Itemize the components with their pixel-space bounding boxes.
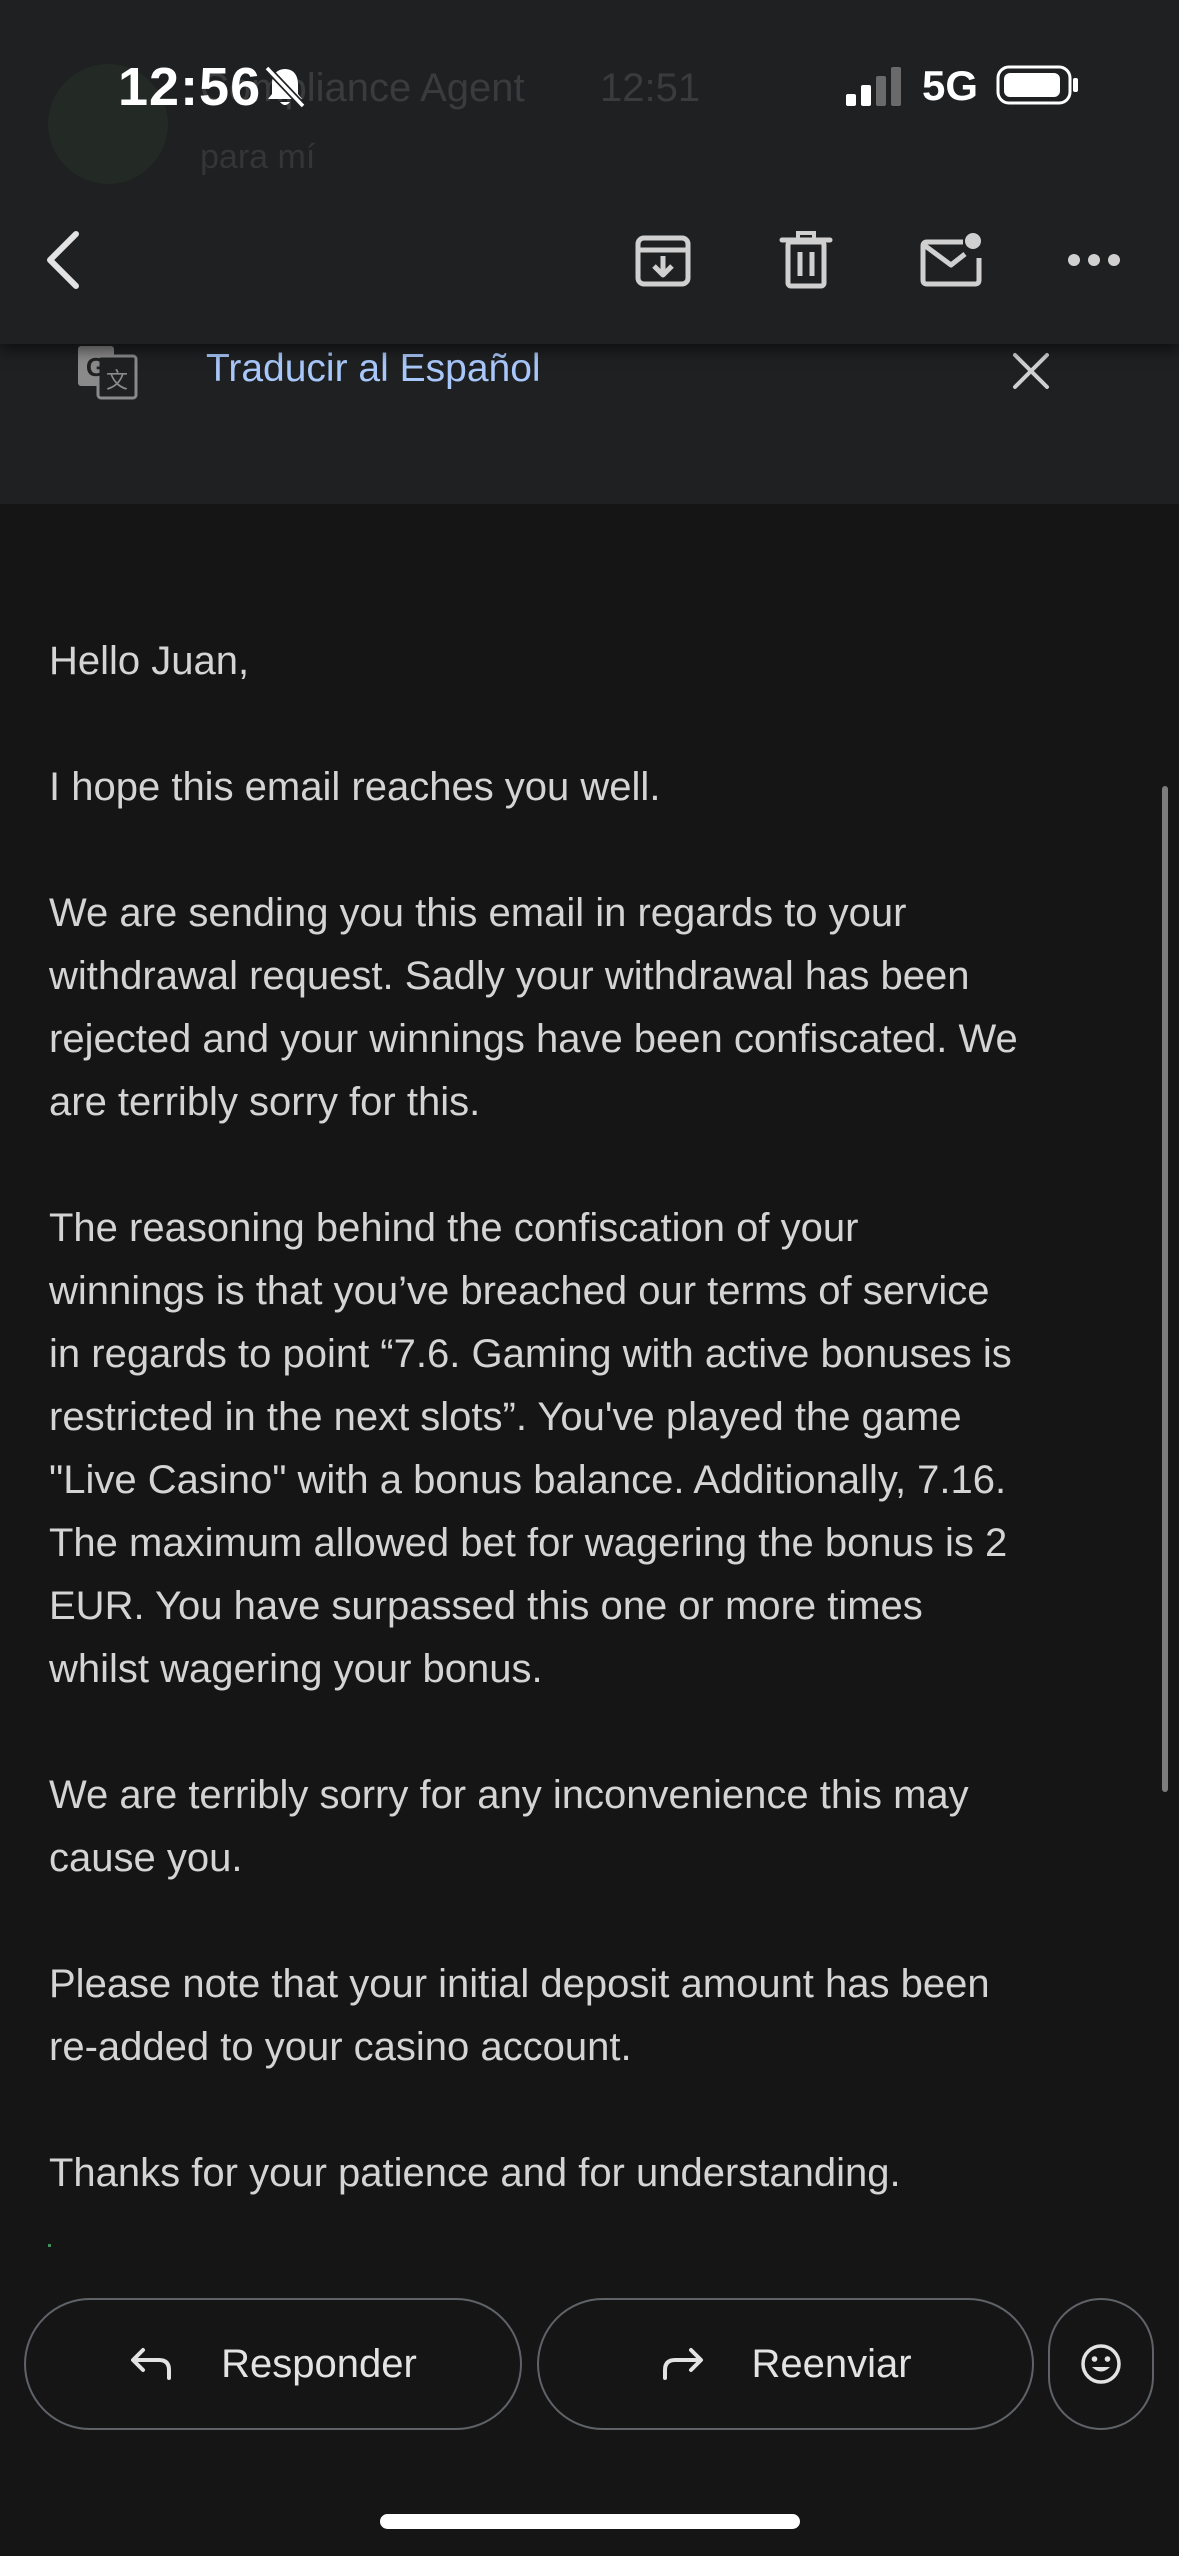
recipient-faded: para mí xyxy=(200,138,316,176)
scrollbar[interactable] xyxy=(1162,786,1168,1792)
reply-label: Responder xyxy=(221,2341,417,2386)
sender-time-faded: 12:51 xyxy=(600,66,701,110)
translate-link[interactable]: Traducir al Español xyxy=(206,344,541,394)
email-closing: Thanks for your patience and for underst… xyxy=(49,2151,901,2195)
google-translate-icon: G 文 xyxy=(76,344,140,400)
reply-arrow-icon xyxy=(131,2348,172,2380)
status-time: 12:56 xyxy=(118,57,262,117)
reply-button[interactable]: Responder xyxy=(24,2298,522,2430)
forward-arrow-icon xyxy=(663,2348,704,2380)
emoji-reaction-icon xyxy=(1081,2344,1121,2384)
forward-label: Reenviar xyxy=(751,2341,912,2386)
forward-button[interactable]: Reenviar xyxy=(537,2298,1034,2430)
email-body: Hello Juan, I hope this email reaches yo… xyxy=(49,630,1129,2205)
archive-icon[interactable] xyxy=(627,224,699,296)
email-paragraph: We are sending you this email in regards… xyxy=(49,891,1018,1124)
silent-bell-icon xyxy=(264,65,306,109)
battery-icon xyxy=(996,65,1078,105)
emoji-reaction-button[interactable] xyxy=(1048,2298,1154,2430)
trimmed-content-dot xyxy=(48,2244,51,2247)
email-paragraph: Please note that your initial deposit am… xyxy=(49,1962,990,2069)
more-dots-icon[interactable] xyxy=(1058,224,1130,296)
close-icon[interactable] xyxy=(1010,350,1052,392)
translate-bar: G 文 Traducir al Español xyxy=(0,344,1179,504)
svg-text:文: 文 xyxy=(106,369,128,394)
signal-strength-icon xyxy=(846,67,901,106)
back-arrow-icon[interactable] xyxy=(30,224,102,296)
home-indicator[interactable] xyxy=(380,2514,800,2529)
svg-text:G: G xyxy=(86,352,106,382)
email-paragraph: We are terribly sorry for any inconvenie… xyxy=(49,1773,969,1880)
email-greeting: Hello Juan, xyxy=(49,639,250,683)
top-app-bar: Compliance Agent 12:51 para mí 12:56 5G xyxy=(0,0,1179,344)
network-type: 5G xyxy=(922,62,979,109)
email-paragraph: I hope this email reaches you well. xyxy=(49,765,661,809)
trash-icon[interactable] xyxy=(770,224,842,296)
email-paragraph: The reasoning behind the confiscation of… xyxy=(49,1206,1012,1691)
mail-unread-icon[interactable] xyxy=(915,224,987,296)
